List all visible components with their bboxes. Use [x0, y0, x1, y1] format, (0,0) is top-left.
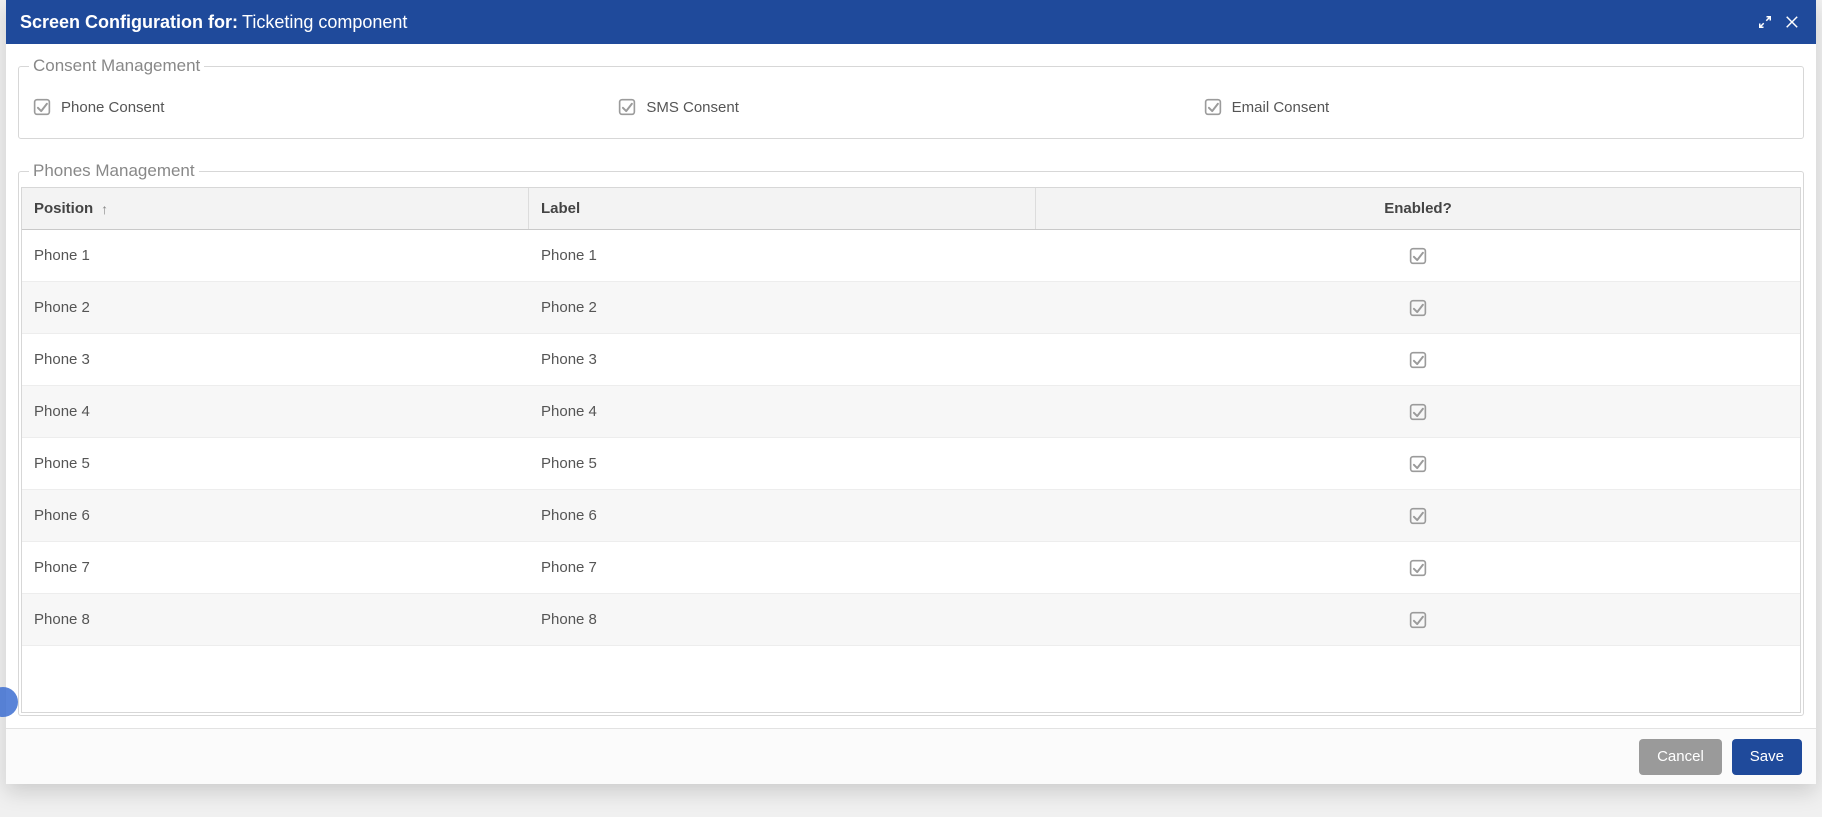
cell-enabled	[1036, 507, 1800, 525]
checkbox-icon[interactable]	[33, 98, 51, 116]
checkbox-icon[interactable]	[1204, 98, 1222, 116]
phones-management-legend: Phones Management	[29, 161, 199, 181]
cell-enabled	[1036, 247, 1800, 265]
cell-position: Phone 8	[22, 611, 529, 628]
sort-asc-icon: ↑	[101, 201, 108, 217]
cell-enabled	[1036, 299, 1800, 317]
column-header-label-text: Label	[541, 200, 580, 217]
table-row[interactable]: Phone 1Phone 1	[22, 230, 1800, 282]
cell-label: Phone 1	[529, 247, 1036, 264]
phones-management-group: Phones Management Position ↑ Label Enabl…	[18, 161, 1804, 716]
table-row[interactable]: Phone 7Phone 7	[22, 542, 1800, 594]
checkbox-icon[interactable]	[1409, 247, 1427, 265]
checkbox-icon[interactable]	[1409, 559, 1427, 577]
column-header-position-label: Position	[34, 200, 93, 217]
table-row[interactable]: Phone 3Phone 3	[22, 334, 1800, 386]
save-button[interactable]: Save	[1732, 739, 1802, 775]
modal-title-prefix: Screen Configuration for:	[20, 12, 238, 33]
cell-enabled	[1036, 559, 1800, 577]
table-row[interactable]: Phone 2Phone 2	[22, 282, 1800, 334]
checkbox-icon[interactable]	[1409, 611, 1427, 629]
cell-label: Phone 5	[529, 455, 1036, 472]
table-row[interactable]: Phone 8Phone 8	[22, 594, 1800, 646]
column-header-enabled[interactable]: Enabled?	[1036, 188, 1800, 229]
cell-enabled	[1036, 403, 1800, 421]
cell-enabled	[1036, 611, 1800, 629]
modal-title-suffix: Ticketing component	[242, 12, 407, 33]
cell-label: Phone 2	[529, 299, 1036, 316]
table-row[interactable]: Phone 4Phone 4	[22, 386, 1800, 438]
cell-label: Phone 7	[529, 559, 1036, 576]
cell-position: Phone 2	[22, 299, 529, 316]
checkbox-icon[interactable]	[1409, 507, 1427, 525]
cell-label: Phone 8	[529, 611, 1036, 628]
consent-item-label: SMS Consent	[646, 99, 739, 116]
modal-body: Consent Management Phone Consent SMS Cons…	[6, 44, 1816, 728]
cell-position: Phone 4	[22, 403, 529, 420]
column-header-label[interactable]: Label	[529, 188, 1036, 229]
cell-label: Phone 6	[529, 507, 1036, 524]
consent-item-label: Phone Consent	[61, 99, 164, 116]
cell-position: Phone 7	[22, 559, 529, 576]
modal-footer: Cancel Save	[6, 728, 1816, 784]
consent-management-legend: Consent Management	[29, 56, 204, 76]
consent-item: Email Consent	[1204, 98, 1789, 116]
modal-header: Screen Configuration for: Ticketing comp…	[6, 0, 1816, 44]
screen-configuration-modal: Screen Configuration for: Ticketing comp…	[6, 0, 1816, 784]
cell-position: Phone 3	[22, 351, 529, 368]
table-row[interactable]: Phone 6Phone 6	[22, 490, 1800, 542]
cancel-button[interactable]: Cancel	[1639, 739, 1722, 775]
close-icon[interactable]	[1784, 13, 1802, 31]
cell-position: Phone 5	[22, 455, 529, 472]
consent-item: SMS Consent	[618, 98, 1203, 116]
phones-table-body[interactable]: Phone 1Phone 1Phone 2Phone 2Phone 3Phone…	[22, 230, 1800, 712]
checkbox-icon[interactable]	[1409, 351, 1427, 369]
cell-enabled	[1036, 351, 1800, 369]
consent-item: Phone Consent	[33, 98, 618, 116]
checkbox-icon[interactable]	[1409, 299, 1427, 317]
cell-position: Phone 1	[22, 247, 529, 264]
cell-enabled	[1036, 455, 1800, 473]
consent-item-label: Email Consent	[1232, 99, 1330, 116]
cell-label: Phone 4	[529, 403, 1036, 420]
phones-table: Position ↑ Label Enabled? Phone 1Phone 1…	[21, 187, 1801, 713]
phones-table-header: Position ↑ Label Enabled?	[22, 188, 1800, 230]
checkbox-icon[interactable]	[618, 98, 636, 116]
table-row[interactable]: Phone 5Phone 5	[22, 438, 1800, 490]
checkbox-icon[interactable]	[1409, 455, 1427, 473]
consent-management-group: Consent Management Phone Consent SMS Cons…	[18, 56, 1804, 139]
cell-position: Phone 6	[22, 507, 529, 524]
column-header-position[interactable]: Position ↑	[22, 188, 529, 229]
cell-label: Phone 3	[529, 351, 1036, 368]
column-header-enabled-text: Enabled?	[1384, 200, 1452, 217]
expand-icon[interactable]	[1756, 13, 1774, 31]
checkbox-icon[interactable]	[1409, 403, 1427, 421]
